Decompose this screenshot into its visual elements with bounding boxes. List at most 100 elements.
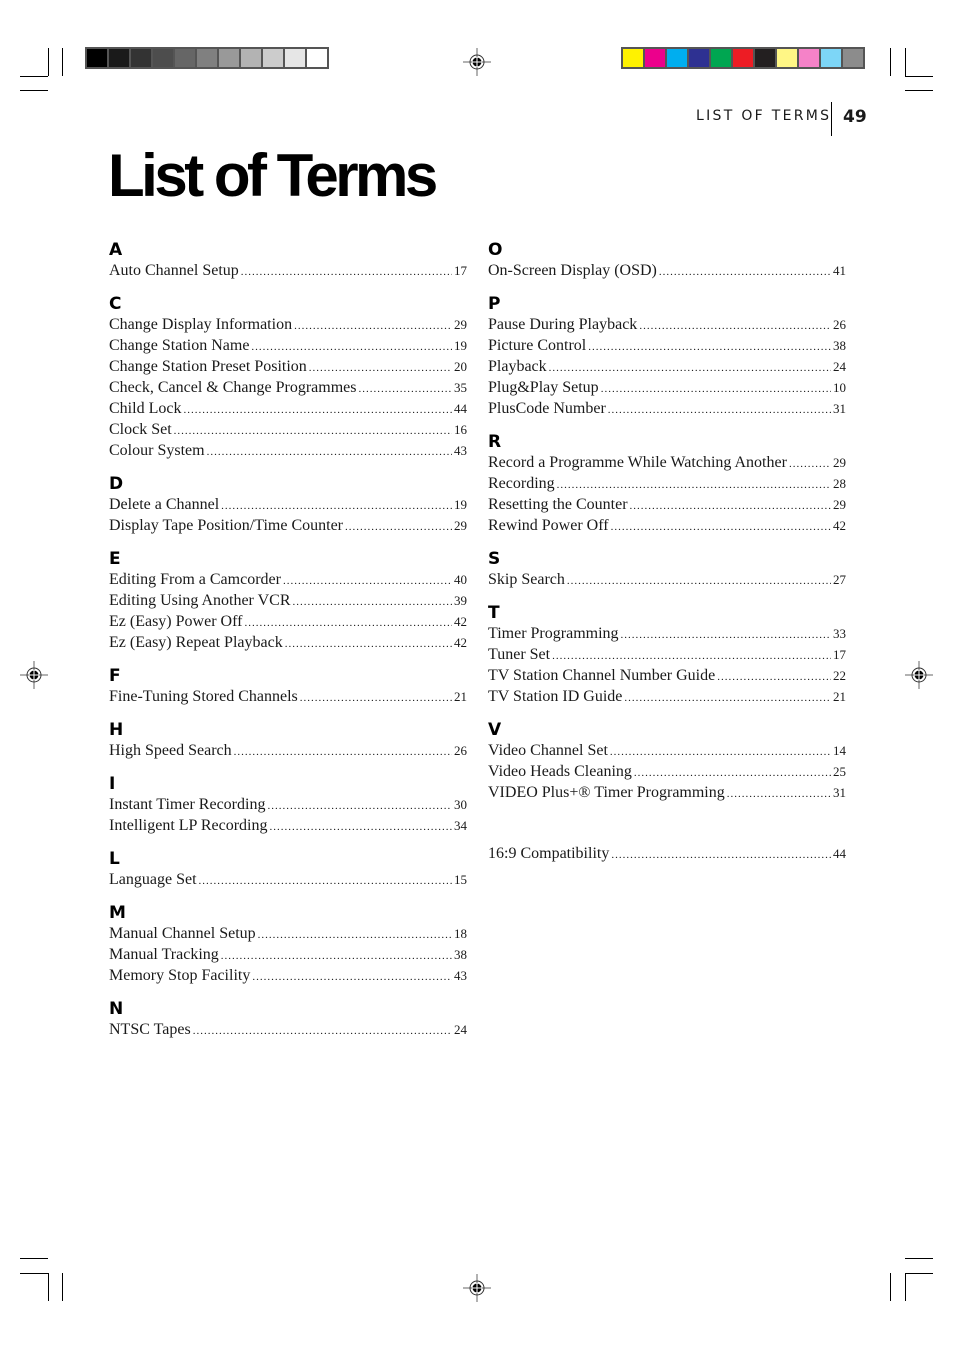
index-page-number: 42 (454, 614, 467, 629)
index-letter-heading: M (109, 903, 126, 923)
index-term: Clock Set (109, 421, 172, 438)
index-term: TV Station Channel Number Guide (488, 667, 716, 684)
index-group: S Skip Search 27 (488, 549, 846, 591)
index-page-number: 20 (454, 359, 467, 374)
index-group: P Pause During Playback 26 Picture Control 3… (488, 294, 846, 420)
index-page-number: 29 (454, 518, 467, 533)
index-term: Change Display Information (109, 316, 293, 333)
color-swatch (131, 49, 151, 67)
index-group: M Manual Channel Setup 18 Manual Tracking 38… (109, 903, 467, 987)
color-swatch (821, 49, 841, 67)
index-group: E Editing From a Camcorder 40 Editing Using… (109, 549, 467, 654)
index-term: Resetting the Counter (488, 496, 628, 513)
index-page-number: 34 (454, 818, 467, 833)
index-entry: Rewind Power Off 42 (488, 516, 846, 537)
index-letter-heading: P (488, 294, 501, 314)
crop-mark (890, 1273, 891, 1301)
index-page-number: 40 (454, 572, 467, 587)
color-swatch (777, 49, 797, 67)
index-entry: On-Screen Display (OSD) 41 (488, 261, 846, 282)
index-term: Record a Programme While Watching Anothe… (488, 454, 787, 471)
index-page-number: 28 (833, 476, 846, 491)
index-page-number: 22 (833, 668, 846, 683)
dot-leader (294, 316, 452, 336)
crop-mark (905, 1273, 933, 1274)
index-entry: Manual Channel Setup 18 (109, 924, 467, 945)
color-swatch (285, 49, 305, 67)
index-term: Colour System (109, 442, 205, 459)
crop-mark (20, 90, 48, 91)
index-entry: Intelligent LP Recording 34 (109, 816, 467, 837)
color-swatch (219, 49, 239, 67)
index-page-number: 14 (833, 743, 846, 758)
color-swatch (799, 49, 819, 67)
index-term: Editing Using Another VCR (109, 592, 291, 609)
dot-leader (309, 358, 452, 378)
index-entry: Check, Cancel & Change Programmes 35 (109, 378, 467, 399)
dot-leader (639, 316, 831, 336)
header-divider (831, 102, 832, 136)
index-term: Fine-Tuning Stored Channels (109, 688, 298, 705)
index-column-right: OOn-Screen Display (OSD)41PPause During … (488, 240, 846, 865)
index-term: Tuner Set (488, 646, 551, 663)
index-group: N NTSC Tapes 24 (109, 999, 467, 1041)
dot-leader (252, 967, 452, 987)
dot-leader (588, 337, 831, 357)
index-page-number: 29 (833, 497, 846, 512)
index-page-number: 43 (454, 443, 467, 458)
index-page-number: 17 (454, 263, 467, 278)
index-entry: Timer Programming 33 (488, 624, 846, 645)
index-group: H High Speed Search 26 (109, 720, 467, 762)
index-page-number: 24 (833, 359, 846, 374)
color-swatch (623, 49, 643, 67)
dot-leader (552, 646, 831, 666)
process-color-bar (621, 47, 865, 69)
index-term: Check, Cancel & Change Programmes (109, 379, 357, 396)
index-group: 16:9 Compatibility 44 (488, 844, 846, 865)
index-page-number: 31 (833, 785, 846, 800)
index-letter-heading: D (109, 474, 124, 494)
index-page-number: 42 (833, 518, 846, 533)
dot-leader (199, 871, 452, 891)
index-page-number: 30 (454, 797, 467, 812)
index-page-number: 39 (454, 593, 467, 608)
index-term: Plug&Play Setup (488, 379, 599, 396)
registration-mark-icon (905, 661, 933, 689)
grayscale-color-bar (85, 47, 329, 69)
index-entry: Plug&Play Setup 10 (488, 378, 846, 399)
index-letter-heading: N (109, 999, 124, 1019)
crop-mark (905, 90, 933, 91)
index-entry: Change Station Name 19 (109, 336, 467, 357)
index-term: Timer Programming (488, 625, 619, 642)
index-term: VIDEO Plus+® Timer Programming (488, 784, 725, 801)
dot-leader (183, 400, 452, 420)
index-letter-heading: A (109, 240, 123, 260)
dot-leader (557, 475, 831, 495)
dot-leader (659, 262, 831, 282)
index-page-number: 17 (833, 647, 846, 662)
index-entry: High Speed Search 26 (109, 741, 467, 762)
index-entry: Auto Channel Setup 17 (109, 261, 467, 282)
index-page-number: 19 (454, 497, 467, 512)
index-term: NTSC Tapes (109, 1021, 191, 1038)
color-swatch (307, 49, 327, 67)
page-number: 49 (843, 107, 867, 127)
crop-mark (905, 1273, 906, 1301)
dot-leader (258, 925, 452, 945)
dot-leader (251, 337, 452, 357)
dot-leader (608, 400, 831, 420)
color-swatch (689, 49, 709, 67)
color-swatch (263, 49, 283, 67)
index-entry: Picture Control 38 (488, 336, 846, 357)
index-term: 16:9 Compatibility (488, 845, 610, 862)
color-swatch (843, 49, 863, 67)
index-term: On-Screen Display (OSD) (488, 262, 657, 279)
index-page-number: 26 (454, 743, 467, 758)
dot-leader (624, 688, 831, 708)
color-swatch (153, 49, 173, 67)
index-term: Manual Channel Setup (109, 925, 256, 942)
index-term: Display Tape Position/Time Counter (109, 517, 343, 534)
index-term: Delete a Channel (109, 496, 220, 513)
index-term: Editing From a Camcorder (109, 571, 281, 588)
index-entry: Fine-Tuning Stored Channels 21 (109, 687, 467, 708)
